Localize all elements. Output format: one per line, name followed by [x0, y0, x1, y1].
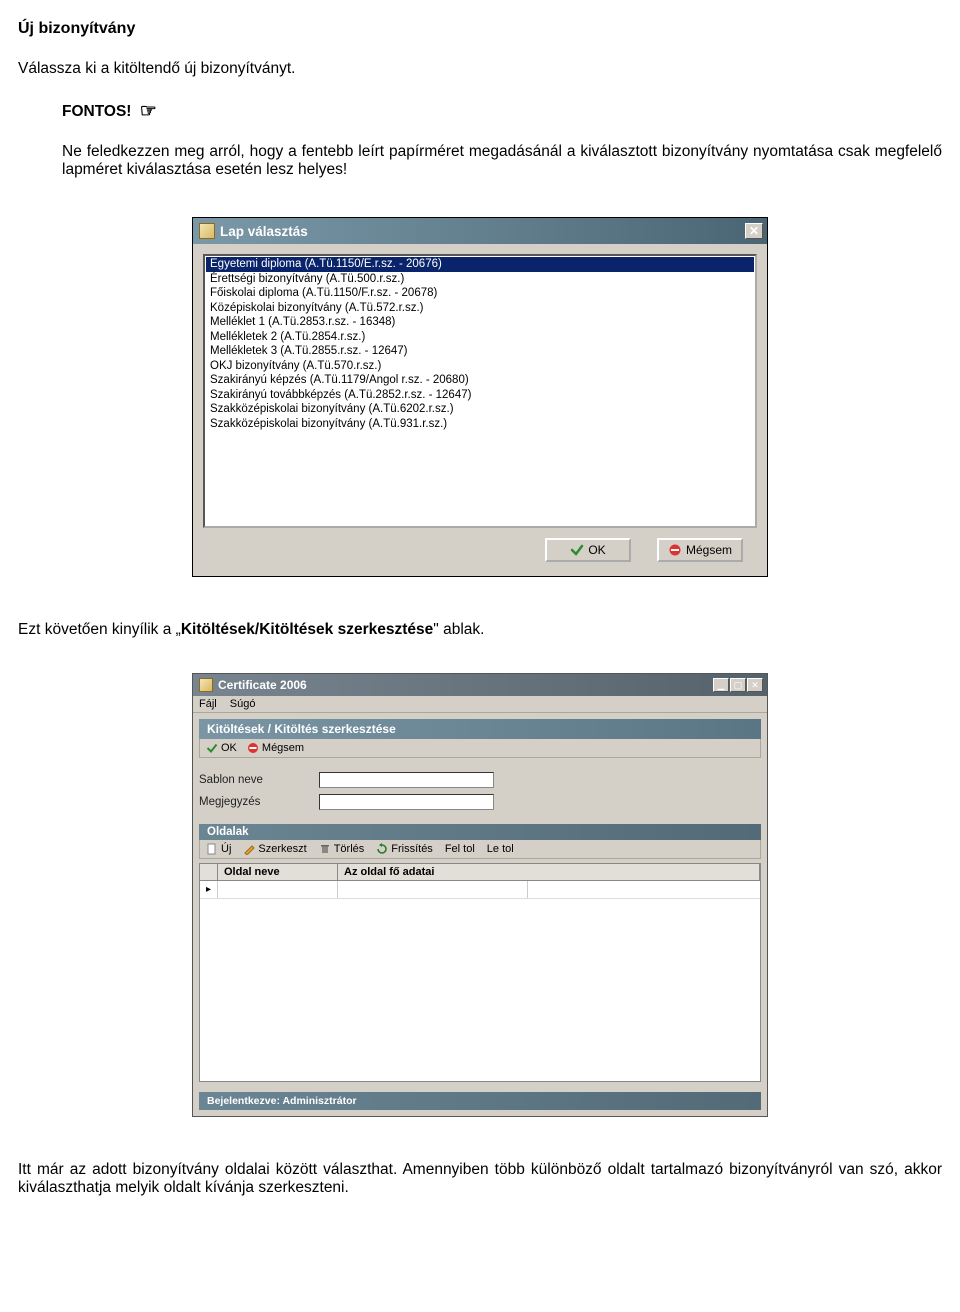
intro-paragraph: Válassza ki a kitöltendő új bizonyítvány…	[18, 60, 942, 78]
important-label: FONTOS!	[62, 103, 131, 120]
menu-file[interactable]: Fájl	[199, 698, 217, 710]
list-item[interactable]: Egyetemi diploma (A.Tü.1150/E.r.sz. - 20…	[206, 257, 754, 272]
close-button[interactable]: ✕	[747, 678, 763, 692]
mid-paragraph: Ezt követően kinyílik a „Kitöltések/Kitö…	[18, 621, 942, 639]
mid-pre: Ezt követően kinyílik a „	[18, 621, 181, 638]
pointing-hand-icon: ☞	[140, 101, 157, 122]
template-name-input[interactable]	[319, 772, 494, 788]
app-icon	[199, 223, 215, 239]
panel-title: Kitöltések / Kitöltés szerkesztése	[199, 719, 761, 739]
list-item[interactable]: Szakközépiskolai bizonyítvány (A.Tü.6202…	[206, 402, 754, 417]
dialog-title: Lap választás	[220, 224, 745, 239]
template-name-label: Sablon neve	[199, 774, 319, 786]
pages-toolbar: Új Szerkeszt Törlés Frissítés Fel tol Le…	[199, 840, 761, 859]
ok-label: OK	[221, 742, 237, 754]
minimize-button[interactable]: ▁	[713, 678, 729, 692]
edit-button[interactable]: Szerkeszt	[243, 843, 306, 855]
ok-button[interactable]: OK	[206, 742, 237, 754]
important-line: FONTOS! ☞	[62, 100, 942, 123]
list-item[interactable]: Mellékletek 2 (A.Tü.2854.r.sz.)	[206, 330, 754, 345]
edit-dialog: Certificate 2006 ▁ ▢ ✕ Fájl Súgó Kitölté…	[192, 673, 768, 1117]
move-up-button[interactable]: Fel tol	[445, 843, 475, 855]
trash-icon	[319, 843, 331, 855]
dialog-title: Certificate 2006	[218, 678, 713, 692]
note-label: Megjegyzés	[199, 796, 319, 808]
cancel-button[interactable]: Mégsem	[247, 742, 304, 754]
list-item[interactable]: Szakközépiskolai bizonyítvány (A.Tü.931.…	[206, 417, 754, 432]
menu-help[interactable]: Súgó	[230, 698, 256, 710]
page-title: Új bizonyítvány	[18, 20, 942, 38]
down-label: Le tol	[487, 843, 514, 855]
row-pointer-icon: ▸	[200, 881, 218, 898]
page-listbox[interactable]: Egyetemi diploma (A.Tü.1150/E.r.sz. - 20…	[203, 254, 757, 528]
grid-body: ▸	[200, 881, 760, 1081]
list-item[interactable]: Mellékletek 3 (A.Tü.2855.r.sz. - 12647)	[206, 344, 754, 359]
new-label: Új	[221, 843, 231, 855]
mid-bold: Kitöltések/Kitöltések szerkesztése	[181, 621, 433, 638]
warning-paragraph: Ne feledkezzen meg arról, hogy a fentebb…	[62, 143, 942, 179]
no-entry-icon	[247, 742, 259, 754]
form-area: Sablon neve Megjegyzés	[199, 772, 761, 810]
grid-header: Oldal neve Az oldal fő adatai	[200, 864, 760, 881]
new-button[interactable]: Új	[206, 843, 231, 855]
grid-header-page-name: Oldal neve	[218, 864, 338, 880]
refresh-label: Frissítés	[391, 843, 433, 855]
delete-button[interactable]: Törlés	[319, 843, 365, 855]
cancel-button[interactable]: Mégsem	[657, 538, 743, 562]
page-selection-dialog: Lap választás ✕ Egyetemi diploma (A.Tü.1…	[192, 217, 768, 577]
list-item[interactable]: Melléklet 1 (A.Tü.2853.r.sz. - 16348)	[206, 315, 754, 330]
up-label: Fel tol	[445, 843, 475, 855]
list-item[interactable]: Középiskolai bizonyítvány (A.Tü.572.r.sz…	[206, 301, 754, 316]
table-row[interactable]: ▸	[200, 881, 760, 899]
close-button[interactable]: ✕	[745, 223, 763, 239]
pages-grid[interactable]: Oldal neve Az oldal fő adatai ▸	[199, 863, 761, 1082]
closing-paragraph: Itt már az adott bizonyítvány oldalai kö…	[18, 1161, 942, 1197]
dialog-titlebar: Certificate 2006 ▁ ▢ ✕	[193, 674, 767, 696]
delete-label: Törlés	[334, 843, 365, 855]
edit-label: Szerkeszt	[258, 843, 306, 855]
check-icon	[570, 543, 584, 557]
list-item[interactable]: Főiskolai diploma (A.Tü.1150/F.r.sz. - 2…	[206, 286, 754, 301]
move-down-button[interactable]: Le tol	[487, 843, 514, 855]
maximize-button[interactable]: ▢	[730, 678, 746, 692]
note-input[interactable]	[319, 794, 494, 810]
menu-bar: Fájl Súgó	[193, 696, 767, 713]
refresh-button[interactable]: Frissítés	[376, 843, 433, 855]
ok-label: OK	[588, 543, 605, 557]
refresh-icon	[376, 843, 388, 855]
list-item[interactable]: Szakirányú továbbképzés (A.Tü.2852.r.sz.…	[206, 388, 754, 403]
list-item[interactable]: OKJ bizonyítvány (A.Tü.570.r.sz.)	[206, 359, 754, 374]
dialog-titlebar: Lap választás ✕	[193, 218, 767, 244]
app-icon	[199, 678, 213, 692]
list-item[interactable]: Szakirányú képzés (A.Tü.1179/Angol r.sz.…	[206, 373, 754, 388]
panel-toolbar: OK Mégsem	[199, 739, 761, 758]
list-item[interactable]: Érettségi bizonyítvány (A.Tü.500.r.sz.)	[206, 272, 754, 287]
cancel-label: Mégsem	[262, 742, 304, 754]
grid-header-selector	[200, 864, 218, 880]
mid-post: " ablak.	[433, 621, 484, 638]
pages-section-title: Oldalak	[199, 824, 761, 840]
status-bar: Bejelentkezve: Adminisztrátor	[199, 1092, 761, 1110]
check-icon	[206, 742, 218, 754]
new-page-icon	[206, 843, 218, 855]
no-entry-icon	[668, 543, 682, 557]
cancel-label: Mégsem	[686, 543, 732, 557]
grid-header-main-data: Az oldal fő adatai	[338, 864, 760, 880]
ok-button[interactable]: OK	[545, 538, 631, 562]
pencil-icon	[243, 843, 255, 855]
